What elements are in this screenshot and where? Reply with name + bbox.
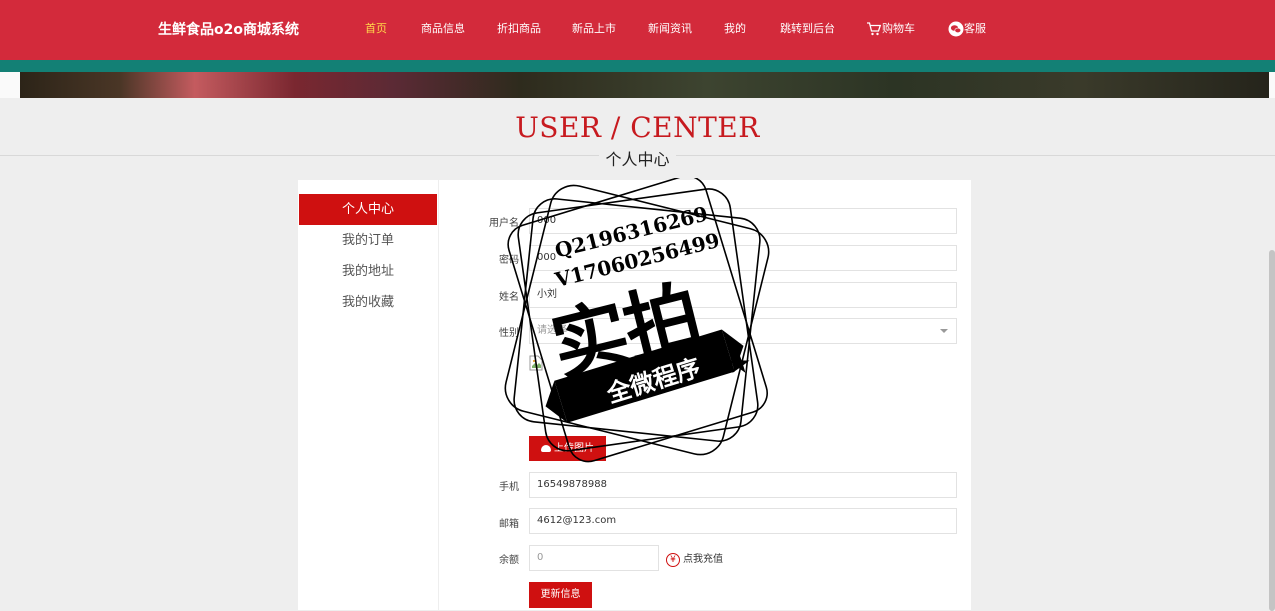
nav-news[interactable]: 新闻资讯 <box>648 20 692 36</box>
gender-select[interactable]: 请选择 <box>529 318 957 344</box>
balance-label: 余额 <box>499 555 519 566</box>
recharge-link[interactable]: ¥ 点我充值 <box>666 550 723 567</box>
nav-cart-label: 购物车 <box>882 22 915 35</box>
nav-customer-service-label: 客服 <box>964 22 986 35</box>
name-label: 姓名 <box>499 292 519 303</box>
cart-icon <box>866 22 882 36</box>
recharge-label: 点我充值 <box>683 554 723 565</box>
name-field[interactable]: 小刘 <box>529 282 957 308</box>
email-label: 邮箱 <box>499 519 519 530</box>
avatar-preview <box>529 355 599 425</box>
gender-placeholder: 请选择 <box>537 325 567 336</box>
upload-cloud-icon <box>541 444 551 452</box>
sidebar: 个人中心 我的订单 我的地址 我的收藏 <box>298 180 438 610</box>
chevron-down-icon <box>940 329 948 333</box>
chat-icon <box>948 21 964 37</box>
phone-label: 手机 <box>499 482 519 493</box>
password-field[interactable]: 000 <box>529 245 957 271</box>
username-field[interactable]: 000 <box>529 208 957 234</box>
upload-image-button[interactable]: 上传图片 <box>529 436 606 461</box>
upload-image-label: 上传图片 <box>554 443 594 454</box>
balance-field[interactable]: 0 <box>529 545 659 571</box>
sidebar-item-orders[interactable]: 我的订单 <box>299 225 437 256</box>
sidebar-item-favorites[interactable]: 我的收藏 <box>299 287 437 318</box>
page-title-cn: 个人中心 <box>0 146 1275 170</box>
site-brand[interactable]: 生鲜食品o2o商城系统 <box>158 19 299 39</box>
header-accent-strip <box>0 60 1275 72</box>
page-title-cn-text: 个人中心 <box>599 150 676 169</box>
nav-admin[interactable]: 跳转到后台 <box>780 20 835 36</box>
nav-home[interactable]: 首页 <box>365 20 387 36</box>
page-title-en: USER / CENTER <box>515 111 760 144</box>
nav-products[interactable]: 商品信息 <box>421 20 465 36</box>
yen-icon: ¥ <box>666 553 680 567</box>
username-label: 用户名 <box>489 218 519 229</box>
banner-image <box>20 72 1269 98</box>
email-field[interactable]: 4612@123.com <box>529 508 957 534</box>
banner-margin-right <box>1269 72 1275 98</box>
phone-field[interactable]: 16549878988 <box>529 472 957 498</box>
page-scrollbar[interactable] <box>1269 250 1275 611</box>
password-label: 密码 <box>499 255 519 266</box>
sidebar-item-address[interactable]: 我的地址 <box>299 256 437 287</box>
sidebar-item-profile[interactable]: 个人中心 <box>299 194 437 225</box>
broken-image-icon <box>529 355 543 371</box>
nav-cart[interactable]: 购物车 <box>866 20 915 36</box>
banner-margin-left <box>0 72 20 98</box>
nav-customer-service[interactable]: 客服 <box>948 20 986 37</box>
nav-discount[interactable]: 折扣商品 <box>497 20 541 36</box>
nav-mine[interactable]: 我的 <box>724 20 746 36</box>
nav-new-arrivals[interactable]: 新品上市 <box>572 20 616 36</box>
gender-label: 性别 <box>499 328 519 339</box>
update-info-button[interactable]: 更新信息 <box>529 582 592 608</box>
